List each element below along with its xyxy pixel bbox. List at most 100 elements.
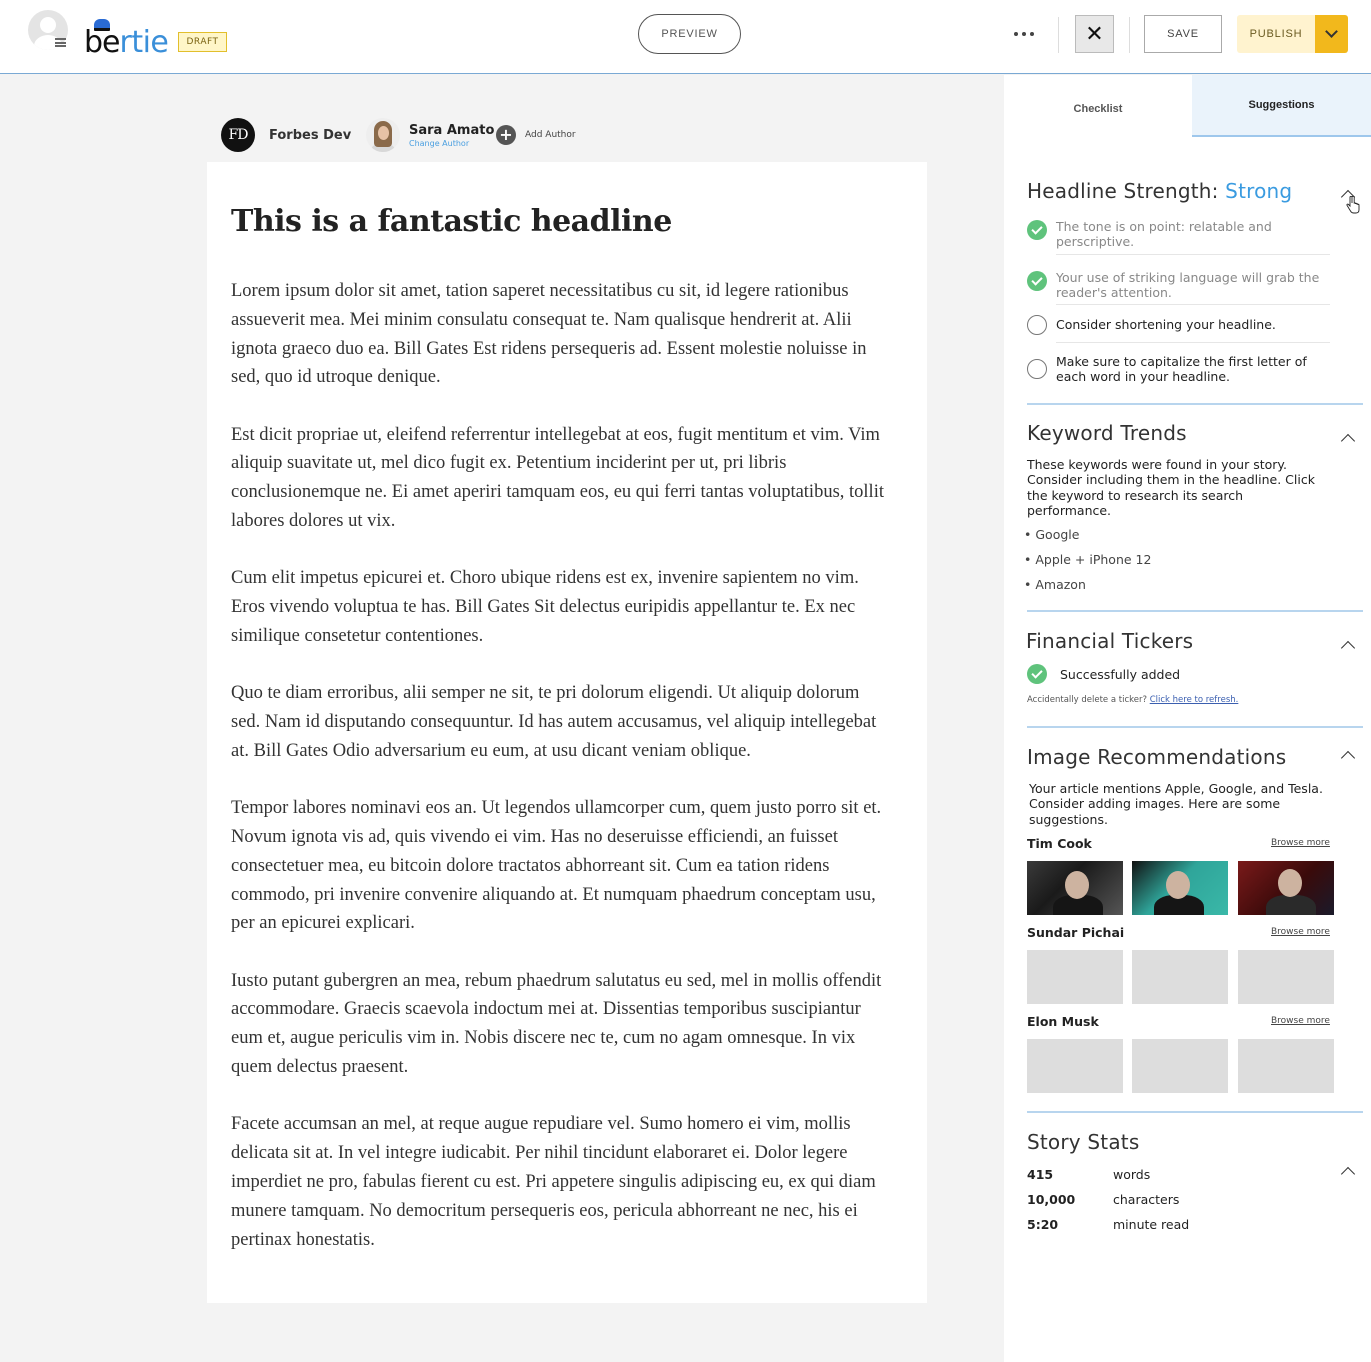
empty-circle-icon	[1027, 359, 1047, 379]
ticker-status-text: Successfully added	[1060, 666, 1181, 682]
section-divider	[1027, 610, 1363, 612]
keyword-label: Google	[1035, 527, 1080, 542]
check-circle-icon	[1027, 664, 1047, 684]
author-sara-amato[interactable]: Sara Amato Change Author	[366, 118, 494, 152]
top-bar: be rtie DRAFT PREVIEW ✕ SAVE PUBLISH	[0, 0, 1371, 74]
author-forbes-dev[interactable]: FD Forbes Dev	[221, 118, 351, 152]
chevron-up-icon[interactable]	[1340, 1166, 1356, 1182]
ticker-note-text: Accidentally delete a ticker?	[1027, 695, 1147, 705]
check-circle-icon	[1027, 220, 1047, 240]
keyword-link[interactable]: • Amazon	[1024, 577, 1086, 592]
chevron-up-icon[interactable]	[1340, 433, 1356, 449]
checklist-item: Consider shortening your headline.	[1027, 315, 1331, 335]
checklist-item: Your use of striking language will grab …	[1027, 270, 1331, 300]
keyword-label: Amazon	[1035, 577, 1086, 592]
keyword-trends-title: Keyword Trends	[1027, 421, 1187, 445]
article-paragraph: Cum elit impetus epicurei et. Choro ubiq…	[231, 568, 859, 646]
chevron-up-icon[interactable]	[1340, 750, 1356, 766]
article-paragraph: Tempor labores nominavi eos an. Ut legen…	[231, 798, 882, 934]
keyword-label: Apple + iPhone 12	[1035, 552, 1152, 567]
toolbar-divider	[1058, 17, 1059, 53]
stat-label: words	[1113, 1167, 1151, 1182]
bertie-logo: be rtie	[84, 14, 169, 60]
draft-badge: DRAFT	[178, 32, 227, 52]
image-recommendations-description: Your article mentions Apple, Google, and…	[1029, 781, 1323, 827]
ticker-status: Successfully added	[1027, 664, 1180, 684]
refresh-tickers-link[interactable]: Click here to refresh.	[1150, 695, 1239, 705]
keyword-link[interactable]: • Google	[1024, 527, 1079, 542]
image-thumbnail[interactable]	[1132, 861, 1228, 915]
headline-strength-title: Headline Strength: Strong	[1027, 179, 1292, 203]
checklist-item: Make sure to capitalize the first letter…	[1027, 354, 1331, 384]
logo-text-b: be	[84, 25, 120, 60]
story-stats-title: Story Stats	[1027, 1130, 1140, 1154]
preview-button[interactable]: PREVIEW	[638, 14, 741, 54]
publish-options-button[interactable]	[1315, 15, 1348, 53]
image-placeholder[interactable]	[1238, 950, 1334, 1004]
section-divider	[1027, 726, 1363, 728]
chevron-up-icon[interactable]	[1340, 640, 1356, 656]
stat-value: 10,000	[1027, 1192, 1076, 1207]
item-divider	[1056, 342, 1330, 343]
image-placeholder[interactable]	[1027, 1039, 1123, 1093]
author-avatar-fd: FD	[221, 118, 255, 152]
author-name: Sara Amato	[409, 122, 495, 138]
save-button[interactable]: SAVE	[1144, 15, 1222, 53]
person-name: Sundar Pichai	[1027, 925, 1125, 940]
browse-more-link[interactable]: Browse more	[1271, 927, 1330, 937]
close-button[interactable]: ✕	[1075, 15, 1114, 53]
menu-icon[interactable]	[55, 38, 66, 47]
author-name: Forbes Dev	[269, 127, 352, 143]
suggestions-panel: Checklist Suggestions Headline Strength:…	[1004, 75, 1371, 1362]
check-circle-icon	[1027, 271, 1047, 291]
article-headline[interactable]: This is a fantastic headline	[231, 204, 672, 239]
stat-label: minute read	[1113, 1217, 1190, 1232]
checklist-item-text: Make sure to capitalize the first letter…	[1056, 354, 1307, 384]
add-author-icon[interactable]: +	[496, 125, 516, 145]
publish-button[interactable]: PUBLISH	[1237, 15, 1315, 53]
change-author-link[interactable]: Change Author	[409, 139, 494, 148]
image-thumbnail[interactable]	[1027, 861, 1123, 915]
image-placeholder[interactable]	[1238, 1039, 1334, 1093]
image-placeholder[interactable]	[1132, 1039, 1228, 1093]
checklist-item-text: The tone is on point: relatable and pers…	[1056, 219, 1272, 249]
person-name: Tim Cook	[1027, 836, 1092, 851]
keyword-link[interactable]: • Apple + iPhone 12	[1024, 552, 1151, 567]
keyword-trends-description: These keywords were found in your story.…	[1027, 457, 1315, 518]
article-editor[interactable]: This is a fantastic headline Lorem ipsum…	[207, 162, 927, 1303]
checklist-item: The tone is on point: relatable and pers…	[1027, 219, 1331, 249]
close-icon: ✕	[1085, 21, 1104, 47]
logo-text-rest: rtie	[119, 25, 169, 60]
checklist-item-text: Consider shortening your headline.	[1056, 317, 1276, 332]
financial-tickers-title: Financial Tickers	[1026, 629, 1194, 653]
browse-more-link[interactable]: Browse more	[1271, 838, 1330, 848]
more-options-icon[interactable]	[1008, 22, 1040, 46]
checklist-item-text: Your use of striking language will grab …	[1056, 270, 1320, 300]
headline-strength-rating: Strong	[1225, 179, 1293, 203]
image-recommendations-title: Image Recommendations	[1027, 745, 1287, 769]
hat-icon	[94, 19, 110, 31]
image-placeholder[interactable]	[1132, 950, 1228, 1004]
author-avatar-photo	[366, 118, 400, 152]
add-author-link[interactable]: Add Author	[525, 130, 576, 140]
article-paragraph: Lorem ipsum dolor sit amet, tation saper…	[231, 281, 867, 388]
section-divider	[1027, 403, 1363, 405]
toolbar-divider	[1129, 17, 1130, 53]
article-paragraph: Facete accumsan an mel, at reque augue r…	[231, 1114, 876, 1250]
article-paragraph: Quo te diam erroribus, alii semper ne si…	[231, 683, 877, 761]
stat-value: 5:20	[1027, 1217, 1059, 1232]
tab-suggestions[interactable]: Suggestions	[1192, 75, 1371, 137]
browse-more-link[interactable]: Browse more	[1271, 1016, 1330, 1026]
hand-cursor-icon	[1346, 196, 1360, 214]
item-divider	[1056, 254, 1330, 255]
article-body[interactable]: Lorem ipsum dolor sit amet, tation saper…	[231, 277, 891, 1270]
tab-checklist[interactable]: Checklist	[1004, 75, 1192, 137]
image-placeholder[interactable]	[1027, 950, 1123, 1004]
stat-value: 415	[1027, 1167, 1054, 1182]
empty-circle-icon	[1027, 315, 1047, 335]
chevron-down-icon	[1325, 25, 1338, 38]
ticker-note: Accidentally delete a ticker? Click here…	[1027, 695, 1238, 705]
image-thumbnail[interactable]	[1238, 861, 1334, 915]
article-paragraph: Est dicit propriae ut, eleifend referren…	[231, 424, 884, 532]
item-divider	[1056, 304, 1330, 305]
